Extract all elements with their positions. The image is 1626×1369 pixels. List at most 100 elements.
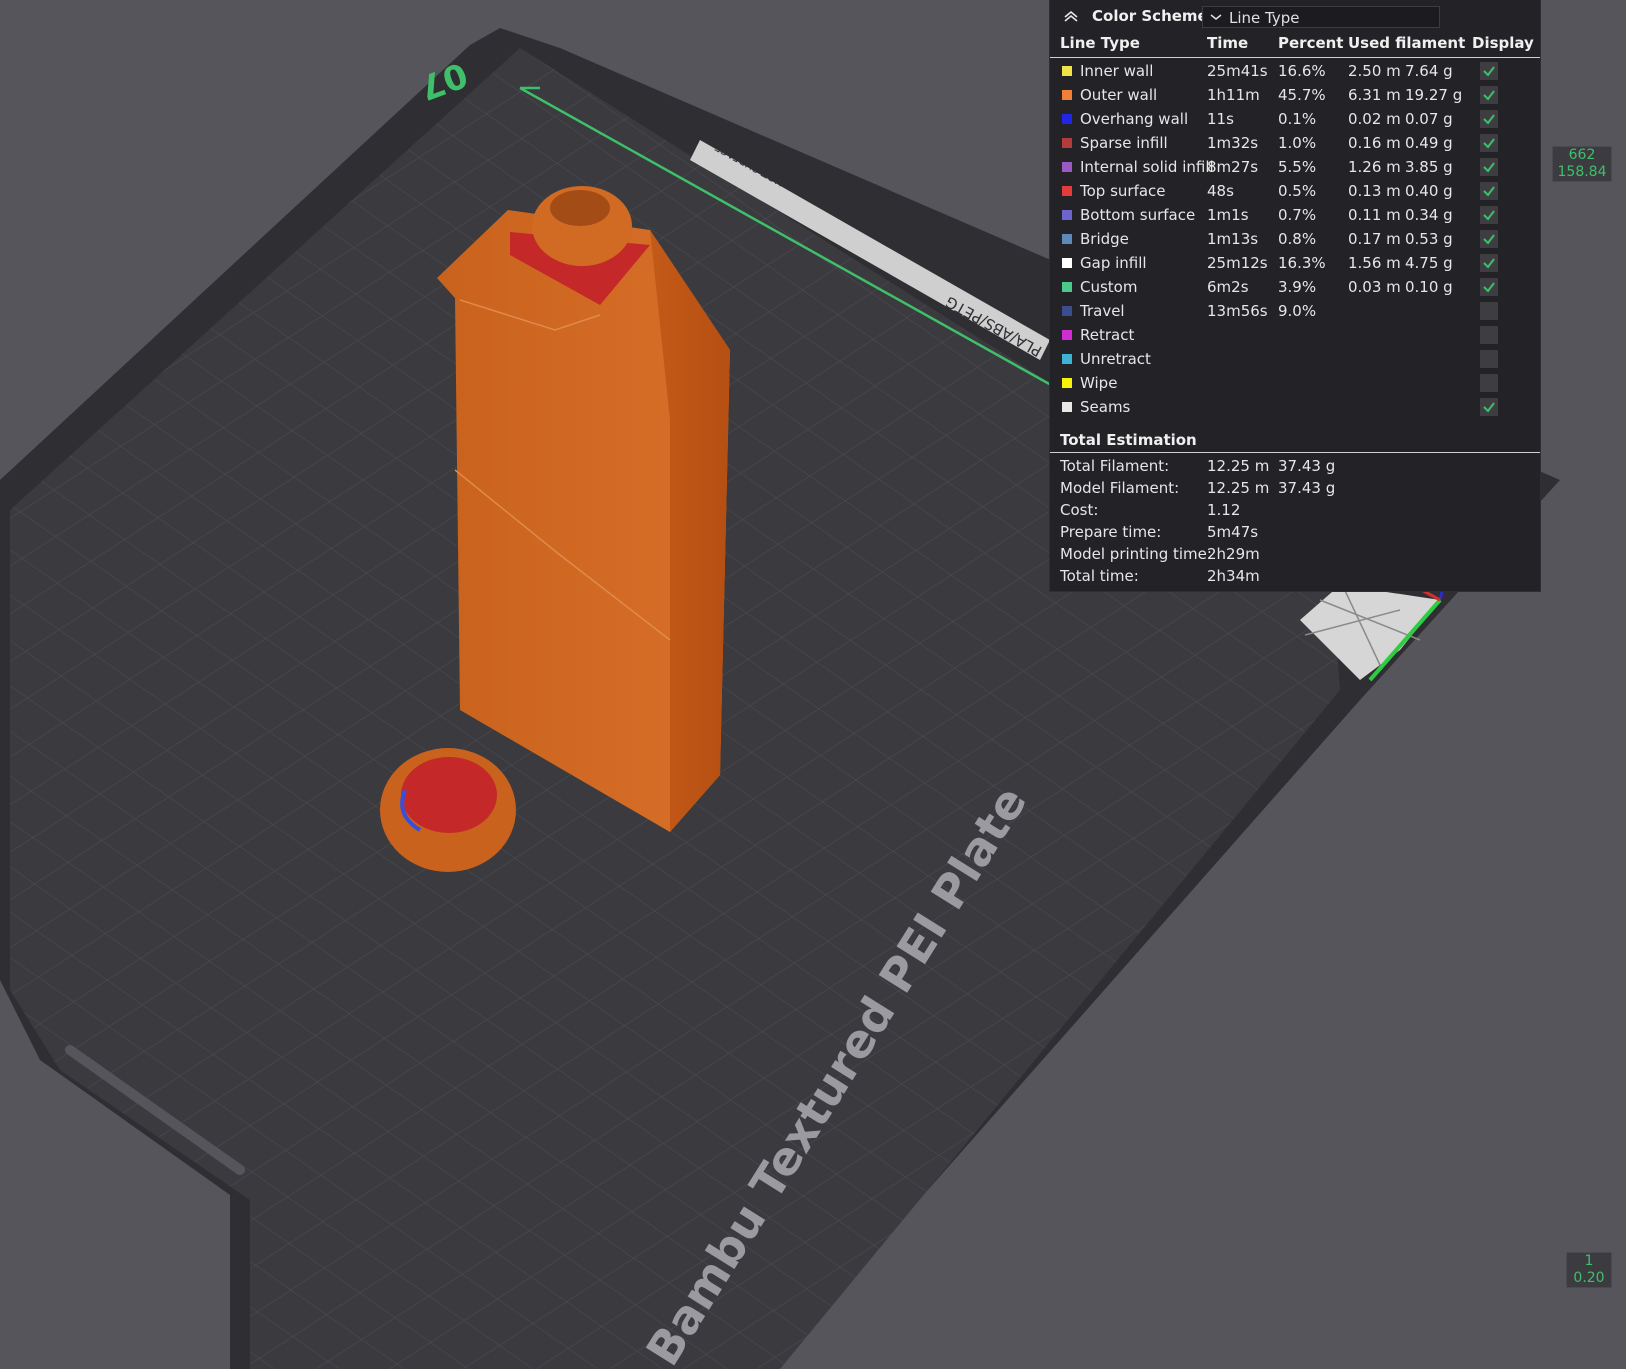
checkmark-icon: [1483, 210, 1495, 221]
line-percent: 16.3%: [1278, 254, 1326, 272]
color-scheme-dropdown[interactable]: Line Type: [1202, 6, 1440, 28]
line-weight: 0.49 g: [1405, 134, 1453, 152]
line-percent: 3.9%: [1278, 278, 1317, 296]
line-type-name: Gap infill: [1080, 254, 1147, 272]
line-percent: 0.1%: [1278, 110, 1317, 128]
display-checkbox[interactable]: [1480, 110, 1498, 128]
total-estimation-title: Total Estimation: [1060, 431, 1197, 449]
header-divider: [1050, 57, 1540, 58]
line-type-name: Bottom surface: [1080, 206, 1196, 224]
checkmark-icon: [1483, 90, 1495, 101]
display-checkbox[interactable]: [1480, 302, 1498, 320]
legend-row: Custom 6m2s 3.9% 0.03 m 0.10 g: [1050, 276, 1540, 300]
total-value-primary: 1.12: [1207, 501, 1241, 519]
line-type-name: Custom: [1080, 278, 1138, 296]
total-value-secondary: 37.43 g: [1278, 479, 1336, 497]
total-row: Cost: 1.12: [1050, 501, 1540, 523]
line-color-swatch: [1062, 354, 1072, 364]
display-checkbox[interactable]: [1480, 182, 1498, 200]
line-percent: 16.6%: [1278, 62, 1326, 80]
line-color-swatch: [1062, 282, 1072, 292]
line-color-swatch: [1062, 114, 1072, 124]
checkmark-icon: [1483, 66, 1495, 77]
line-percent: 45.7%: [1278, 86, 1326, 104]
col-header-used-filament: Used filament: [1348, 34, 1466, 52]
checkmark-icon: [1483, 282, 1495, 293]
checkmark-icon: [1483, 114, 1495, 125]
line-color-swatch: [1062, 162, 1072, 172]
legend-header: Color Scheme Line Type: [1050, 0, 1540, 32]
display-checkbox[interactable]: [1480, 398, 1498, 416]
col-header-line-type: Line Type: [1060, 34, 1140, 52]
legend-row: Retract: [1050, 324, 1540, 348]
display-checkbox[interactable]: [1480, 158, 1498, 176]
legend-row: Seams: [1050, 396, 1540, 420]
display-checkbox[interactable]: [1480, 86, 1498, 104]
line-length: 0.17 m: [1348, 230, 1401, 248]
legend-row: Gap infill 25m12s 16.3% 1.56 m 4.75 g: [1050, 252, 1540, 276]
line-type-name: Inner wall: [1080, 62, 1154, 80]
line-weight: 7.64 g: [1405, 62, 1453, 80]
total-value-secondary: 37.43 g: [1278, 457, 1336, 475]
display-checkbox[interactable]: [1480, 278, 1498, 296]
line-weight: 0.10 g: [1405, 278, 1453, 296]
col-header-display: Display: [1472, 34, 1534, 52]
line-weight: 0.53 g: [1405, 230, 1453, 248]
display-checkbox[interactable]: [1480, 350, 1498, 368]
line-weight: 3.85 g: [1405, 158, 1453, 176]
color-scheme-title: Color Scheme: [1092, 7, 1208, 25]
line-type-name: Unretract: [1080, 350, 1151, 368]
line-type-name: Bridge: [1080, 230, 1129, 248]
line-type-name: Seams: [1080, 398, 1131, 416]
total-value-primary: 2h34m: [1207, 567, 1260, 585]
line-time: 1h11m: [1207, 86, 1260, 104]
cap-model: [380, 748, 516, 872]
line-color-swatch: [1062, 90, 1072, 100]
line-percent: 0.8%: [1278, 230, 1317, 248]
display-checkbox[interactable]: [1480, 254, 1498, 272]
checkmark-icon: [1483, 162, 1495, 173]
line-weight: 4.75 g: [1405, 254, 1453, 272]
line-color-swatch: [1062, 402, 1072, 412]
legend-row: Top surface 48s 0.5% 0.13 m 0.40 g: [1050, 180, 1540, 204]
legend-row: Wipe: [1050, 372, 1540, 396]
total-label: Total Filament:: [1060, 457, 1170, 475]
line-percent: 0.5%: [1278, 182, 1317, 200]
display-checkbox[interactable]: [1480, 230, 1498, 248]
line-length: 0.02 m: [1348, 110, 1401, 128]
total-value-primary: 5m47s: [1207, 523, 1259, 541]
line-type-name: Wipe: [1080, 374, 1118, 392]
checkmark-icon: [1483, 258, 1495, 269]
line-color-swatch: [1062, 306, 1072, 316]
checkmark-icon: [1483, 234, 1495, 245]
line-length: 0.16 m: [1348, 134, 1401, 152]
display-checkbox[interactable]: [1480, 374, 1498, 392]
line-length: 0.13 m: [1348, 182, 1401, 200]
collapse-chevron-up-icon[interactable]: [1062, 7, 1080, 25]
display-checkbox[interactable]: [1480, 62, 1498, 80]
legend-row: Bottom surface 1m1s 0.7% 0.11 m 0.34 g: [1050, 204, 1540, 228]
line-length: 0.11 m: [1348, 206, 1401, 224]
legend-row: Unretract: [1050, 348, 1540, 372]
line-time: 25m41s: [1207, 62, 1268, 80]
display-checkbox[interactable]: [1480, 326, 1498, 344]
top-layer-number: 662: [1568, 147, 1596, 163]
total-label: Total time:: [1060, 567, 1139, 585]
line-time: 25m12s: [1207, 254, 1268, 272]
line-weight: 0.07 g: [1405, 110, 1453, 128]
line-time: 1m1s: [1207, 206, 1249, 224]
legend-row: Sparse infill 1m32s 1.0% 0.16 m 0.49 g: [1050, 132, 1540, 156]
total-row: Prepare time: 5m47s: [1050, 523, 1540, 545]
display-checkbox[interactable]: [1480, 134, 1498, 152]
checkmark-icon: [1483, 138, 1495, 149]
layer-slider-top-label[interactable]: 662 158.84: [1552, 146, 1612, 182]
line-percent: 5.5%: [1278, 158, 1317, 176]
layer-slider-bottom-label[interactable]: 1 0.20: [1566, 1252, 1612, 1288]
line-type-name: Outer wall: [1080, 86, 1158, 104]
display-checkbox[interactable]: [1480, 206, 1498, 224]
line-weight: 0.40 g: [1405, 182, 1453, 200]
legend-panel: Color Scheme Line Type Line Type Time Pe…: [1050, 0, 1540, 591]
line-color-swatch: [1062, 138, 1072, 148]
color-scheme-value: Line Type: [1229, 9, 1300, 27]
line-color-swatch: [1062, 210, 1072, 220]
